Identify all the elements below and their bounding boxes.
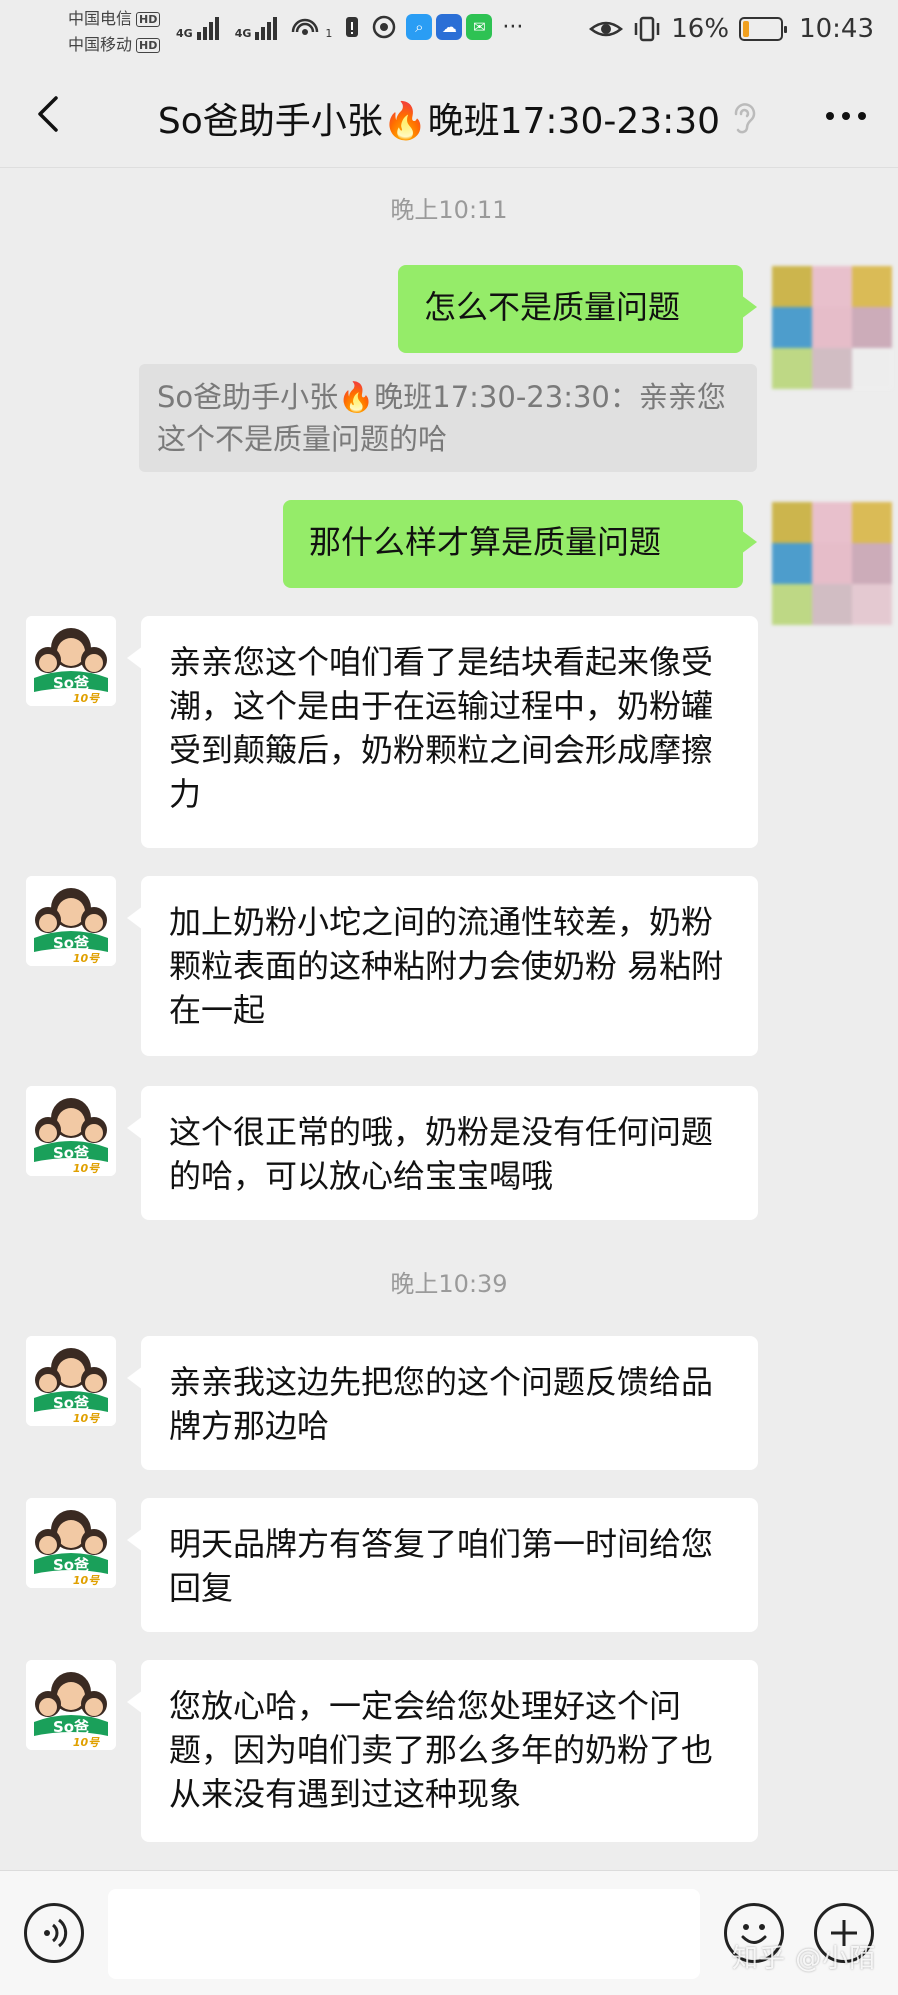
incoming-message[interactable]: 明天品牌方有答复了咱们第一时间给您回复: [127, 1498, 758, 1632]
so-dad-logo-icon: So爸 10号: [26, 1498, 116, 1588]
incoming-message[interactable]: 加上奶粉小坨之间的流通性较差，奶粉颗粒表面的这种粘附力会使奶粉 易粘附在一起: [127, 876, 758, 1056]
notification-icon: [346, 17, 359, 37]
cloud-app-icon: ☁: [436, 14, 463, 40]
earpiece-mode-icon: [734, 103, 756, 134]
more-status-icon: ···: [502, 15, 524, 40]
incoming-message[interactable]: 亲亲我这边先把您的这个问题反馈给品牌方那边哈: [127, 1336, 758, 1470]
network-type-2: 4G: [234, 27, 252, 40]
so-dad-logo-icon: So爸 10号: [26, 1660, 116, 1750]
avatar-sub-text: 10号: [73, 1162, 100, 1175]
clock: 10:43: [799, 14, 874, 44]
user-avatar[interactable]: [772, 266, 892, 390]
avatar-logo-text: So爸: [53, 1718, 89, 1736]
contact-avatar[interactable]: So爸 10号: [26, 1498, 116, 1588]
avatar-sub-text: 10号: [73, 1736, 100, 1749]
battery-icon: [739, 17, 788, 41]
avatar-sub-text: 10号: [73, 952, 100, 965]
contact-avatar[interactable]: So爸 10号: [26, 1336, 116, 1426]
avatar-logo-text: So爸: [53, 674, 89, 692]
contact-avatar[interactable]: So爸 10号: [26, 1660, 116, 1750]
message-input[interactable]: [108, 1889, 700, 1979]
voice-icon: [44, 1918, 68, 1948]
chat-header: So爸助手小张🔥晚班17:30-23:30: [0, 62, 898, 168]
incoming-message[interactable]: 亲亲您这个咱们看了是结块看起来像受潮，这个是由于在运输过程中，奶粉罐受到颠簸后，…: [127, 616, 758, 848]
signal-group-1: 4G 4G 1 ⌕ ☁ ✉ ···: [176, 14, 523, 40]
avatar-logo-text: So爸: [53, 1144, 89, 1162]
avatar-sub-text: 10号: [73, 1412, 100, 1425]
incoming-message[interactable]: 这个很正常的哦，奶粉是没有任何问题的哈，可以放心给宝宝喝哦: [127, 1086, 758, 1220]
message-timestamp: 晚上10:39: [390, 1270, 508, 1298]
so-dad-logo-icon: So爸 10号: [26, 616, 116, 706]
contact-avatar[interactable]: So爸 10号: [26, 616, 116, 706]
status-bar: 中国电信 HD 中国移动 HD 4G 4G 1 ⌕ ☁ ✉ ··· 16% 10:4…: [0, 0, 898, 62]
chat-title: So爸助手小张🔥晚班17:30-23:30: [157, 101, 721, 142]
eye-icon: [589, 21, 624, 37]
avatar-logo-text: So爸: [53, 934, 89, 952]
avatar-sub-text: 10号: [73, 692, 100, 705]
battery-percent: 16%: [671, 14, 730, 44]
location-icon: [373, 15, 396, 39]
status-right: 16% 10:43: [589, 14, 874, 44]
so-dad-logo-icon: So爸 10号: [26, 876, 116, 966]
hotspot-count: 1: [325, 27, 333, 40]
watermark: 知乎 @小陌: [732, 1944, 877, 1974]
hotspot-icon: [292, 18, 319, 35]
signal-icon: [255, 17, 278, 40]
search-app-icon: ⌕: [406, 14, 433, 40]
outgoing-message[interactable]: 那什么样才算是质量问题: [283, 500, 757, 588]
vibrate-icon: [635, 16, 660, 42]
carrier-2: 中国移动: [68, 35, 133, 54]
message-timestamp: 晚上10:11: [390, 196, 508, 224]
avatar-logo-text: So爸: [53, 1394, 89, 1412]
carrier-1: 中国电信: [68, 9, 133, 28]
input-bar: [0, 1870, 898, 1995]
user-avatar[interactable]: [772, 502, 892, 626]
network-type-1: 4G: [176, 27, 193, 40]
contact-avatar[interactable]: So爸 10号: [26, 876, 116, 966]
hd-badge: HD: [136, 12, 161, 27]
wechat-app-icon: ✉: [466, 14, 493, 40]
outgoing-message[interactable]: 怎么不是质量问题: [398, 265, 757, 353]
carrier-info: 中国电信 HD 中国移动 HD: [68, 6, 161, 58]
incoming-message[interactable]: 您放心哈，一定会给您处理好这个问题，因为咱们卖了那么多年的奶粉了也从来没有遇到过…: [127, 1660, 758, 1842]
so-dad-logo-icon: So爸 10号: [26, 1086, 116, 1176]
more-options-button[interactable]: [820, 96, 872, 136]
quoted-message[interactable]: So爸助手小张🔥晚班17:30-23:30：亲亲您这个不是质量问题的哈: [139, 364, 757, 472]
avatar-logo-text: So爸: [53, 1556, 89, 1574]
voice-input-button[interactable]: [24, 1903, 84, 1963]
avatar-sub-text: 10号: [73, 1574, 100, 1587]
contact-avatar[interactable]: So爸 10号: [26, 1086, 116, 1176]
so-dad-logo-icon: So爸 10号: [26, 1336, 116, 1426]
signal-icon: [196, 17, 219, 40]
hd-badge: HD: [136, 38, 161, 53]
